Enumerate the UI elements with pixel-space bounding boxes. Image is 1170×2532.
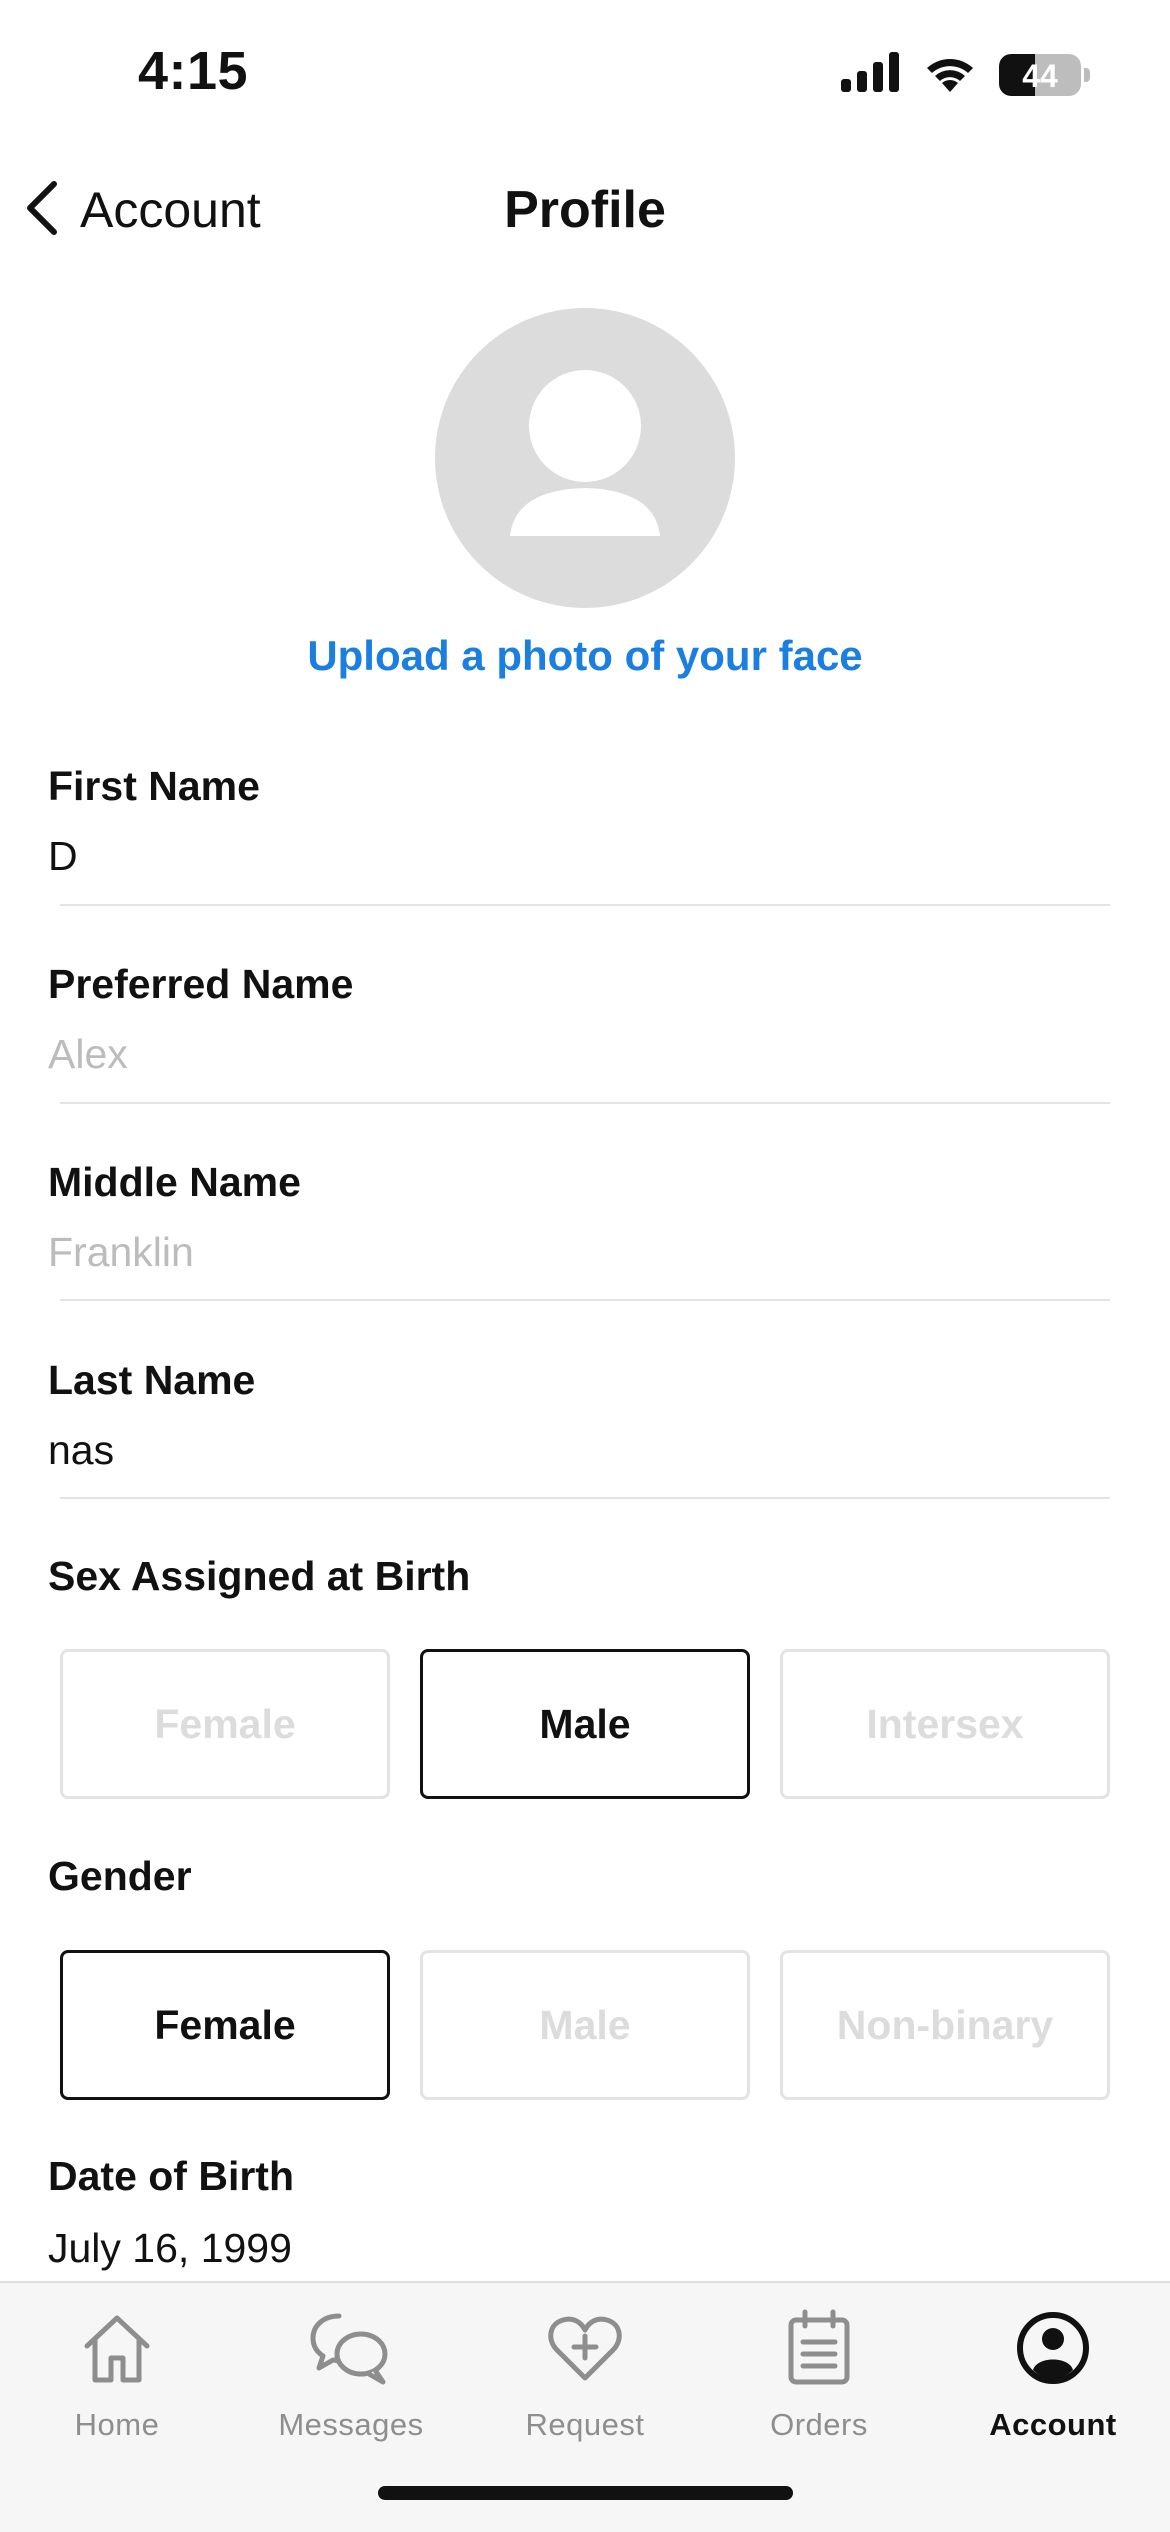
preferred-name-field: Preferred Name bbox=[48, 956, 1110, 1082]
upload-photo-link[interactable]: Upload a photo of your face bbox=[0, 632, 1170, 680]
middle-name-input[interactable] bbox=[48, 1224, 1110, 1280]
tab-request[interactable]: Request bbox=[468, 2303, 702, 2453]
tab-orders[interactable]: Orders bbox=[702, 2303, 936, 2453]
dob-label: Date of Birth bbox=[48, 2153, 294, 2199]
tab-label-home: Home bbox=[74, 2407, 160, 2442]
battery-icon: 44 bbox=[999, 53, 1090, 96]
tab-label-messages: Messages bbox=[278, 2407, 424, 2442]
wifi-icon bbox=[923, 52, 977, 97]
preferred-name-input[interactable] bbox=[48, 1026, 1110, 1082]
sex-option-female[interactable]: Female bbox=[60, 1649, 390, 1799]
tab-label-orders: Orders bbox=[770, 2407, 868, 2442]
home-icon bbox=[72, 2303, 162, 2393]
last-name-field: Last Name bbox=[48, 1352, 1110, 1478]
sex-option-intersex[interactable]: Intersex bbox=[780, 1649, 1110, 1799]
sex-option-male[interactable]: Male bbox=[420, 1649, 750, 1799]
divider bbox=[60, 904, 1110, 906]
divider bbox=[60, 1497, 1110, 1499]
gender-option-non-binary[interactable]: Non-binary bbox=[780, 1950, 1110, 2100]
account-icon bbox=[1008, 2303, 1098, 2393]
messages-icon bbox=[306, 2303, 396, 2393]
middle-name-field: Middle Name bbox=[48, 1154, 1110, 1280]
tab-label-request: Request bbox=[525, 2407, 645, 2442]
status-bar: 4:15 44 bbox=[0, 0, 1170, 150]
sex-assigned-options: Female Male Intersex bbox=[60, 1649, 1110, 1799]
tab-messages[interactable]: Messages bbox=[234, 2303, 468, 2453]
heart-plus-icon bbox=[540, 2303, 630, 2393]
chevron-left-icon bbox=[22, 178, 62, 243]
battery-level: 44 bbox=[1022, 57, 1058, 94]
status-icons: 44 bbox=[841, 52, 1090, 97]
preferred-name-label: Preferred Name bbox=[48, 961, 354, 1007]
status-time: 4:15 bbox=[138, 41, 249, 101]
middle-name-label: Middle Name bbox=[48, 1159, 301, 1205]
tab-label-account: Account bbox=[989, 2407, 1117, 2442]
dob-value[interactable]: July 16, 1999 bbox=[48, 2220, 292, 2276]
person-placeholder-icon bbox=[435, 370, 735, 608]
tab-home[interactable]: Home bbox=[0, 2303, 234, 2453]
first-name-field: First Name bbox=[48, 758, 1110, 884]
home-indicator bbox=[378, 2486, 793, 2500]
gender-option-male[interactable]: Male bbox=[420, 1950, 750, 2100]
first-name-label: First Name bbox=[48, 763, 260, 809]
cellular-signal-icon bbox=[841, 52, 901, 97]
gender-label: Gender bbox=[48, 1853, 192, 1899]
gender-option-female[interactable]: Female bbox=[60, 1950, 390, 2100]
back-label: Account bbox=[80, 182, 261, 238]
tab-account[interactable]: Account bbox=[936, 2303, 1170, 2453]
back-button[interactable]: Account bbox=[22, 170, 261, 250]
last-name-label: Last Name bbox=[48, 1357, 256, 1403]
avatar[interactable] bbox=[435, 308, 735, 608]
first-name-input[interactable] bbox=[48, 828, 1110, 884]
clipboard-icon bbox=[774, 2303, 864, 2393]
last-name-input[interactable] bbox=[48, 1422, 1110, 1478]
sex-assigned-label: Sex Assigned at Birth bbox=[48, 1553, 471, 1599]
nav-bar: Profile Account bbox=[0, 160, 1170, 260]
gender-options: Female Male Non-binary bbox=[60, 1950, 1110, 2100]
divider bbox=[60, 1102, 1110, 1104]
divider bbox=[60, 1299, 1110, 1301]
